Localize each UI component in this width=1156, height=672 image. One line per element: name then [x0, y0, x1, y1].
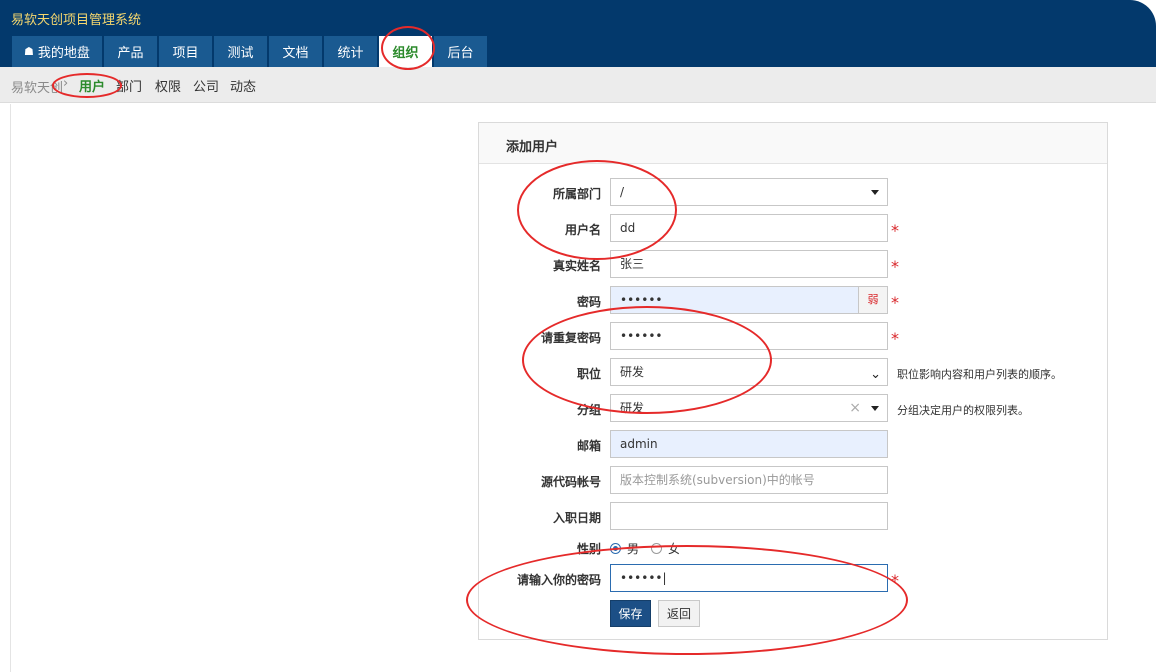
save-button[interactable]: 保存 — [610, 600, 651, 627]
dept-value: / — [620, 185, 625, 199]
role-hint: 职位影响内容和用户列表的顺序。 — [897, 368, 1062, 381]
gender-radio-group: 男 女 — [610, 540, 680, 557]
gender-label: 性别 — [576, 542, 601, 556]
dept-select[interactable]: / — [610, 178, 888, 206]
subnav-item-priv[interactable]: 权限 — [155, 76, 181, 95]
realname-input[interactable]: 张三 — [610, 250, 888, 278]
role-value: 研发 — [620, 365, 645, 379]
verify-password-input[interactable]: ••••••| — [610, 564, 888, 592]
breadcrumb-separator: › — [63, 76, 69, 91]
gender-female-label: 女 — [668, 542, 681, 556]
password2-label: 请重复密码 — [540, 331, 601, 345]
main-nav: ☗ 我的地盘 产品 项目 测试 文档 统计 组织 后台 — [12, 36, 489, 67]
realname-label: 真实姓名 — [552, 259, 601, 273]
role-label: 职位 — [576, 367, 601, 381]
required-mark: * — [891, 293, 899, 312]
commiter-input[interactable]: 版本控制系统(subversion)中的帐号 — [610, 466, 888, 494]
group-label: 分组 — [576, 403, 601, 417]
home-icon: ☗ — [24, 45, 34, 58]
tab-my-dashboard[interactable]: ☗ 我的地盘 — [12, 36, 102, 67]
email-label: 邮箱 — [576, 439, 601, 453]
password-input[interactable]: •••••• 弱 — [610, 286, 888, 314]
tab-project[interactable]: 项目 — [159, 36, 212, 67]
tab-product[interactable]: 产品 — [104, 36, 157, 67]
password-value: •••••• — [620, 293, 663, 307]
group-select[interactable]: 研发 × — [610, 394, 888, 422]
account-input[interactable]: dd — [610, 214, 888, 242]
subnav-item-dynamic[interactable]: 动态 — [230, 76, 256, 95]
tab-doc[interactable]: 文档 — [269, 36, 322, 67]
subnav-item-user[interactable]: 用户 — [79, 76, 105, 95]
tab-label: 我的地盘 — [37, 46, 90, 61]
back-button[interactable]: 返回 — [658, 600, 700, 627]
password2-input[interactable]: •••••• — [610, 322, 888, 350]
gender-male-radio[interactable] — [610, 543, 621, 554]
password-label: 密码 — [576, 295, 601, 309]
account-label: 用户名 — [564, 223, 601, 237]
gender-male-label: 男 — [627, 542, 640, 556]
page-title: 添加用户 — [506, 140, 559, 155]
app-title: 易软天创项目管理系统 — [11, 13, 142, 28]
breadcrumb[interactable]: 易软天创 — [11, 77, 63, 96]
required-mark: * — [891, 571, 899, 590]
group-value: 研发 — [620, 401, 645, 415]
chevron-down-icon: ⌄ — [870, 367, 881, 382]
app-window: 易软天创项目管理系统 ☗ 我的地盘 产品 项目 测试 文档 统计 组织 后台 易… — [0, 0, 1156, 672]
required-mark: * — [891, 257, 899, 276]
clear-icon[interactable]: × — [849, 395, 861, 421]
join-date-input[interactable] — [610, 502, 888, 530]
header: 易软天创项目管理系统 ☗ 我的地盘 产品 项目 测试 文档 统计 组织 后台 — [0, 0, 1156, 67]
caret-down-icon — [871, 190, 879, 195]
email-input[interactable]: admin — [610, 430, 888, 458]
panel-header: 添加用户 — [479, 123, 1107, 164]
tab-admin[interactable]: 后台 — [434, 36, 487, 67]
subnav-item-dept[interactable]: 部门 — [116, 76, 142, 95]
commiter-placeholder: 版本控制系统(subversion)中的帐号 — [620, 473, 815, 487]
gender-female-radio[interactable] — [651, 543, 663, 554]
verify-password-label: 请输入你的密码 — [516, 573, 601, 587]
required-mark: * — [891, 221, 899, 240]
dept-label: 所属部门 — [552, 187, 601, 201]
commiter-label: 源代码帐号 — [540, 475, 601, 489]
required-mark: * — [891, 329, 899, 348]
password-strength-icon: 弱 — [858, 287, 887, 313]
group-hint: 分组决定用户的权限列表。 — [897, 404, 1029, 417]
tab-company[interactable]: 组织 — [379, 36, 432, 67]
join-date-label: 入职日期 — [552, 511, 601, 525]
subnav-item-company[interactable]: 公司 — [193, 76, 219, 95]
sub-nav: 易软天创 › 用户 部门 权限 公司 动态 — [0, 67, 1156, 103]
caret-down-icon — [871, 406, 879, 411]
role-select[interactable]: 研发 ⌄ — [610, 358, 888, 386]
tab-test[interactable]: 测试 — [214, 36, 267, 67]
tab-report[interactable]: 统计 — [324, 36, 377, 67]
